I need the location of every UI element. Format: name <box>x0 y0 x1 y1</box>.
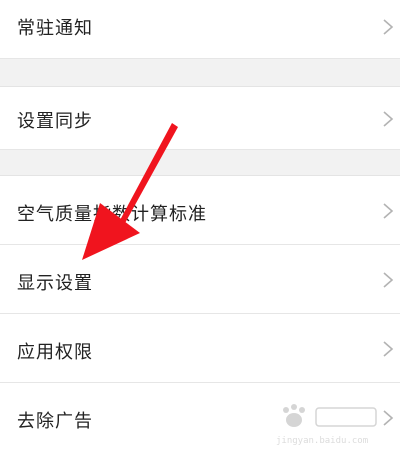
chevron-right-icon <box>383 19 394 35</box>
settings-item-aqi-standard[interactable]: 空气质量指数计算标准 <box>0 176 400 245</box>
settings-item-label: 空气质量指数计算标准 <box>17 204 207 225</box>
settings-item-label: 显示设置 <box>17 273 93 294</box>
chevron-right-icon <box>383 272 394 288</box>
watermark-text: jingyan.baidu.com <box>276 436 369 446</box>
settings-item-label: 设置同步 <box>17 111 93 132</box>
section-separator <box>0 59 400 87</box>
settings-item-label: 去除广告 <box>17 411 93 432</box>
section-separator <box>0 150 400 176</box>
chevron-right-icon <box>383 341 394 357</box>
paw-logo-icon <box>283 404 377 427</box>
watermark: jingyan.baidu.com <box>276 402 386 446</box>
chevron-right-icon <box>383 111 394 127</box>
settings-screen: 常驻通知 设置同步 空气质量指数计算标准 显示设置 应用权限 去除广告 jing… <box>0 0 400 450</box>
settings-item-permissions[interactable]: 应用权限 <box>0 314 400 383</box>
settings-item-sync[interactable]: 设置同步 <box>0 87 400 150</box>
chevron-right-icon <box>383 203 394 219</box>
settings-item-display[interactable]: 显示设置 <box>0 245 400 314</box>
settings-item-label: 应用权限 <box>17 342 93 363</box>
settings-item-label: 常驻通知 <box>17 18 93 39</box>
settings-item-resident-notification[interactable]: 常驻通知 <box>0 0 400 59</box>
